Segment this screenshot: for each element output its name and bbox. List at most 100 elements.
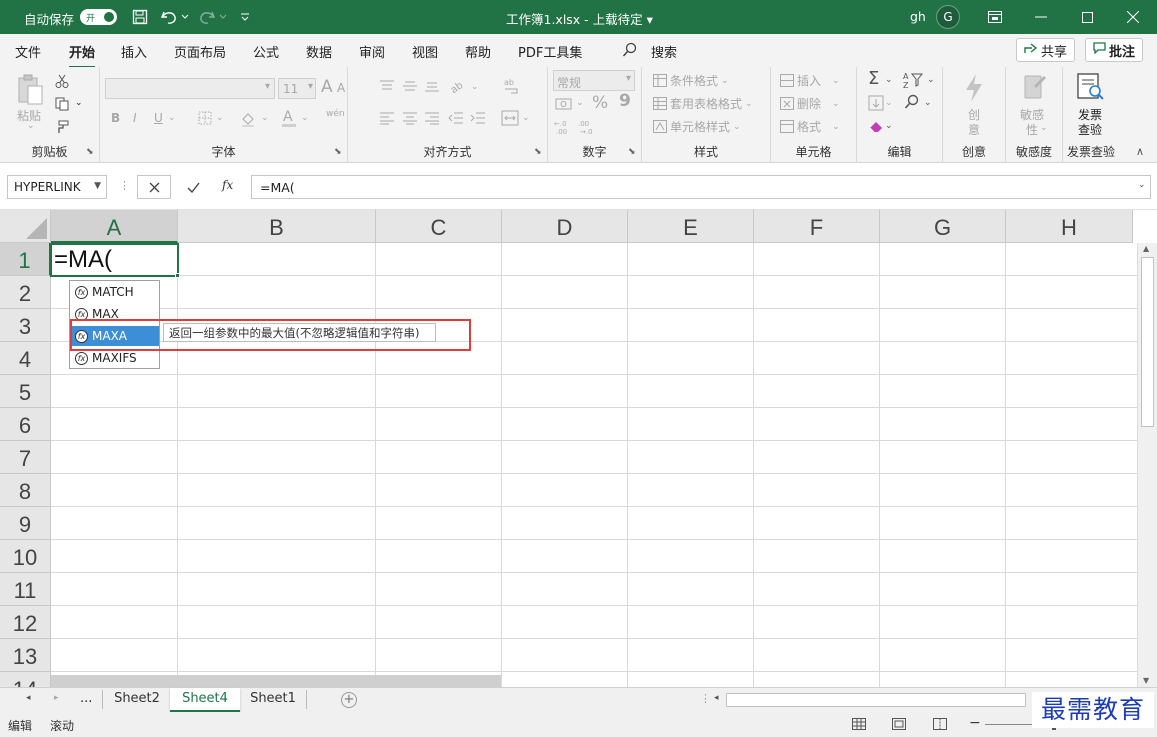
zoom-out-button[interactable]: − [969,715,981,731]
redo-dropdown-icon[interactable] [218,8,228,26]
page-break-view-icon[interactable] [932,717,948,731]
sort-filter-dropdown-icon[interactable]: ⌄ [927,75,935,85]
alignment-dialog-launcher-icon[interactable]: ⬊ [534,147,542,157]
align-top-icon[interactable] [378,78,396,94]
align-left-icon[interactable] [378,110,396,126]
row-header-4[interactable]: 4 [0,342,51,375]
column-header-c[interactable]: C [376,210,502,243]
cut-icon[interactable] [54,73,70,89]
border-icon[interactable] [196,110,214,126]
copy-icon[interactable] [54,96,70,112]
column-header-f[interactable]: F [754,210,880,243]
decrease-decimal-icon[interactable]: .00 →.0 [578,118,598,136]
tab-page-layout[interactable]: 页面布局 [174,42,226,61]
orientation-icon[interactable]: ab [447,77,469,95]
accounting-dropdown-icon[interactable]: ⌄ [576,98,584,108]
insert-function-icon[interactable]: fx [222,178,233,192]
vertical-scroll-thumb[interactable] [1141,257,1154,427]
avatar[interactable]: G [936,5,960,29]
copy-dropdown-icon[interactable]: ⌄ [75,98,83,108]
align-bottom-icon[interactable] [423,78,441,94]
row-header-7[interactable]: 7 [0,441,51,474]
dialog-launcher-icon[interactable]: ⬊ [86,147,94,157]
cancel-entry-icon[interactable] [137,175,171,199]
row-header-6[interactable]: 6 [0,408,51,441]
align-center-icon[interactable] [401,110,419,126]
comma-style-button[interactable]: 9 [619,91,631,111]
share-button[interactable]: 共享 [1016,38,1076,62]
redo-icon[interactable] [198,8,216,26]
column-header-b[interactable]: B [178,210,376,243]
row-header-14[interactable]: 14 [0,672,51,687]
tab-formulas[interactable]: 公式 [253,42,279,61]
format-painter-icon[interactable] [54,119,70,135]
hscroll-left-icon[interactable]: ◂ [714,693,719,703]
tab-insert[interactable]: 插入 [121,42,147,61]
bold-button[interactable]: B [111,111,120,125]
insert-cells-button[interactable]: 插入 ⌄ [780,72,840,89]
column-header-g[interactable]: G [880,210,1006,243]
tab-split-grip-icon[interactable]: ⋮ [700,692,711,705]
sheet-tab-sheet4[interactable]: Sheet4 [170,688,240,712]
save-icon[interactable] [131,8,149,26]
align-right-icon[interactable] [423,110,441,126]
font-color-dropdown-icon[interactable]: ⌄ [301,113,309,123]
accounting-format-icon[interactable] [554,95,574,113]
active-cell-a1[interactable]: =MA( [50,243,179,277]
wrap-text-icon[interactable]: ab [502,76,522,96]
sheet-tab-sheet1[interactable]: Sheet1 [240,688,306,712]
align-middle-icon[interactable] [401,78,419,94]
decrease-indent-icon[interactable] [447,110,465,126]
conditional-formatting-button[interactable]: 条件格式 ⌄ [653,72,729,89]
increase-indent-icon[interactable] [469,110,487,126]
merge-center-icon[interactable] [500,109,520,127]
sensitivity-icon[interactable] [1020,72,1048,104]
row-header-5[interactable]: 5 [0,375,51,408]
autocomplete-item-maxifs[interactable]: fx MAXIFS [72,348,159,368]
clear-dropdown-icon[interactable]: ⌄ [885,121,893,131]
select-all-button[interactable] [0,210,51,243]
paste-dropdown-icon[interactable]: ⌄ [27,121,35,131]
maximize-icon[interactable] [1064,0,1110,34]
number-dialog-launcher-icon[interactable]: ⬊ [628,147,636,157]
sheet-prev-icon[interactable]: ◂ [26,693,31,703]
document-title[interactable]: 工作簿1.xlsx - 上载待定 ▾ [506,9,653,28]
fill-dropdown-icon[interactable]: ⌄ [885,98,893,108]
name-box[interactable]: HYPERLINK ▼ [7,175,107,199]
underline-button[interactable]: U [154,111,163,125]
fill-icon[interactable] [867,94,885,112]
sensitivity-button-line2[interactable]: 性 [1026,121,1038,138]
orientation-dropdown-icon[interactable]: ⌄ [471,82,479,92]
sort-filter-icon[interactable]: AZ [902,71,926,89]
formula-input[interactable]: =MA( [251,175,1151,199]
minimize-icon[interactable] [1018,0,1064,34]
close-icon[interactable] [1110,0,1156,34]
horizontal-scroll-thumb[interactable] [726,693,1026,707]
autosum-dropdown-icon[interactable]: ⌄ [885,75,893,85]
row-header-1[interactable]: 1 [0,243,51,276]
customize-qat-icon[interactable] [236,8,254,26]
confirm-entry-icon[interactable] [178,175,208,199]
number-format-box[interactable]: 常规 ▾ [553,70,635,91]
worksheet-grid[interactable]: A B C D E F G H 1 2 3 4 5 6 7 8 9 10 11 … [0,210,1157,687]
fill-handle[interactable] [175,273,180,278]
column-header-h[interactable]: H [1006,210,1133,243]
row-header-13[interactable]: 13 [0,639,51,672]
normal-view-icon[interactable] [851,717,867,731]
expand-formula-bar-icon[interactable]: ⌄ [1138,180,1146,190]
tab-pdf-tools[interactable]: PDF工具集 [518,42,582,61]
sheet-next-icon[interactable]: ▸ [54,693,59,703]
row-header-12[interactable]: 12 [0,606,51,639]
delete-cells-button[interactable]: 删除 ⌄ [780,95,840,112]
format-as-table-button[interactable]: 套用表格格式 ⌄ [653,95,753,112]
tab-home[interactable]: 开始 [69,42,96,69]
underline-dropdown-icon[interactable]: ⌄ [168,113,176,123]
merge-dropdown-icon[interactable]: ⌄ [522,113,530,123]
percent-style-button[interactable]: % [592,93,608,113]
italic-button[interactable]: I [133,111,137,125]
comments-button[interactable]: 批注 [1085,38,1144,62]
autosum-icon[interactable]: Σ [868,68,879,89]
sensitivity-dropdown-icon[interactable]: ⌄ [1040,123,1048,133]
search-icon[interactable] [622,42,638,61]
row-header-3[interactable]: 3 [0,309,51,342]
